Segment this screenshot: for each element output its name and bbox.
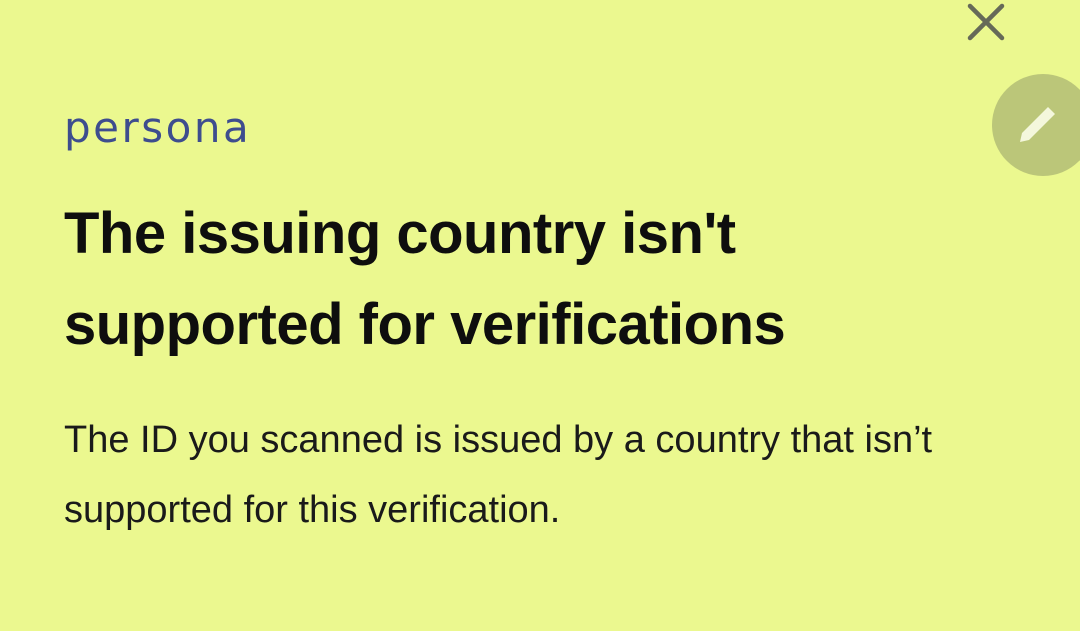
- error-message: The ID you scanned is issued by a countr…: [64, 419, 933, 531]
- persona-logo: persona: [64, 103, 252, 152]
- error-title: The issuing country isn't supported for …: [64, 201, 786, 357]
- close-icon: [967, 3, 1005, 41]
- edit-button[interactable]: [992, 74, 1080, 176]
- verification-error-screen: persona The issuing country isn't suppor…: [0, 0, 1080, 631]
- close-button[interactable]: [960, 0, 1012, 44]
- pencil-icon: [1020, 107, 1055, 142]
